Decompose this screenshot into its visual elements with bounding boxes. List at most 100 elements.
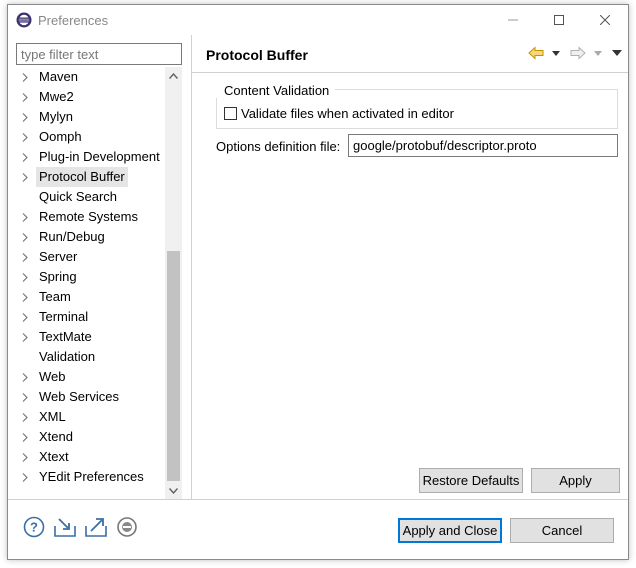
page-title: Protocol Buffer [206, 47, 308, 63]
tree-item[interactable]: Xtext [8, 447, 166, 467]
chevron-right-icon[interactable] [22, 147, 32, 167]
forward-menu-button[interactable] [594, 43, 602, 63]
tree-item-label: Maven [39, 69, 79, 84]
tree-item[interactable]: Spring [8, 267, 166, 287]
maximize-icon [554, 15, 564, 25]
tree-item[interactable]: XML [8, 407, 166, 427]
page-header: Protocol Buffer [192, 35, 628, 73]
tree-item[interactable]: Mwe2 [8, 87, 166, 107]
tree-item[interactable]: Plug-in Development [8, 147, 166, 167]
chevron-right-icon[interactable] [22, 267, 32, 287]
chevron-right-icon[interactable] [22, 407, 32, 427]
chevron-right-icon[interactable] [22, 387, 32, 407]
chevron-right-icon[interactable] [22, 127, 32, 147]
import-icon [54, 518, 76, 537]
checkbox-box[interactable] [224, 106, 237, 120]
pane-divider[interactable] [191, 35, 192, 499]
options-file-label: Options definition file: [216, 139, 341, 154]
tree-scrollbar[interactable] [165, 67, 182, 499]
scroll-up-button[interactable] [165, 67, 182, 84]
scroll-thumb[interactable] [167, 251, 180, 481]
export-icon [85, 518, 107, 537]
chevron-right-icon[interactable] [22, 447, 32, 467]
tree-item[interactable]: Quick Search [8, 187, 166, 207]
options-file-input[interactable] [348, 134, 618, 157]
tree-item[interactable]: Team [8, 287, 166, 307]
tree-item-label: YEdit Preferences [39, 469, 144, 484]
close-button[interactable] [582, 5, 628, 35]
record-icon [117, 517, 137, 537]
tree-item[interactable]: Xtend [8, 427, 166, 447]
window-title: Preferences [38, 13, 109, 28]
import-button[interactable] [53, 515, 77, 539]
chevron-right-icon[interactable] [22, 227, 32, 247]
tree-item-label: Remote Systems [39, 209, 138, 224]
tree-item-label: Run/Debug [39, 229, 105, 244]
chevron-right-icon[interactable] [22, 427, 32, 447]
scroll-down-button[interactable] [165, 482, 182, 499]
chevron-down-icon [169, 487, 178, 494]
tree-item-label: Web [39, 369, 66, 384]
chevron-right-icon[interactable] [22, 87, 32, 107]
help-button[interactable]: ? [22, 515, 46, 539]
tree-item-label: Plug-in Development [39, 149, 160, 164]
filter-input[interactable] [16, 43, 182, 65]
chevron-right-icon[interactable] [22, 307, 32, 327]
tree-item[interactable]: Oomph [8, 127, 166, 147]
tree-item[interactable]: Validation [8, 347, 166, 367]
back-button[interactable] [528, 43, 544, 63]
title-bar[interactable]: Preferences [8, 5, 628, 35]
tree-item[interactable]: Remote Systems [8, 207, 166, 227]
view-menu-icon [612, 50, 622, 56]
tree-item-label: Server [39, 249, 78, 264]
maximize-button[interactable] [536, 5, 582, 35]
restore-defaults-label: Restore Defaults [422, 473, 520, 488]
help-icon: ? [23, 516, 45, 538]
minimize-button[interactable] [490, 5, 536, 35]
export-button[interactable] [84, 515, 108, 539]
chevron-right-icon[interactable] [22, 107, 32, 127]
chevron-right-icon[interactable] [22, 67, 32, 87]
chevron-right-icon[interactable] [22, 467, 32, 487]
tree-item-label: Validation [39, 349, 96, 364]
tree-item-label: Xtend [39, 429, 73, 444]
oomph-record-button[interactable] [115, 515, 139, 539]
cancel-button[interactable]: Cancel [510, 518, 614, 543]
forward-arrow-icon [570, 46, 586, 60]
dropdown-arrow-icon [552, 50, 560, 56]
apply-button[interactable]: Apply [531, 468, 620, 493]
validate-checkbox[interactable]: Validate files when activated in editor [224, 105, 454, 121]
chevron-right-icon[interactable] [22, 327, 32, 347]
tree-item[interactable]: Web [8, 367, 166, 387]
tree-item-label: Team [39, 289, 71, 304]
view-menu-button[interactable] [612, 43, 622, 63]
tree-item[interactable]: Mylyn [8, 107, 166, 127]
tree-item-label: Terminal [39, 309, 89, 324]
chevron-right-icon[interactable] [22, 207, 32, 227]
tree-item[interactable]: Run/Debug [8, 227, 166, 247]
cancel-label: Cancel [541, 523, 583, 538]
chevron-up-icon [169, 72, 178, 79]
tree-item-label: Spring [39, 269, 77, 284]
tree-item[interactable]: Server [8, 247, 166, 267]
tree-item-label: Quick Search [39, 189, 118, 204]
chevron-right-icon[interactable] [22, 247, 32, 267]
chevron-right-icon[interactable] [22, 287, 32, 307]
tree-item-label: XML [39, 409, 66, 424]
preferences-dialog: Preferences Maven Mwe2 Mylyn Oomph Plug-in D… [7, 4, 629, 560]
tree-item[interactable]: YEdit Preferences [8, 467, 166, 487]
apply-label: Apply [559, 473, 592, 488]
back-menu-button[interactable] [552, 43, 560, 63]
apply-and-close-button[interactable]: Apply and Close [398, 518, 502, 543]
chevron-right-icon[interactable] [22, 167, 32, 187]
tree-item[interactable]: TextMate [8, 327, 166, 347]
tree-item[interactable]: Protocol Buffer [8, 167, 166, 187]
tree-item[interactable]: Web Services [8, 387, 166, 407]
chevron-right-icon[interactable] [22, 367, 32, 387]
back-arrow-icon [528, 46, 544, 60]
restore-defaults-button[interactable]: Restore Defaults [419, 468, 523, 493]
forward-button[interactable] [570, 43, 586, 63]
minimize-icon [508, 19, 518, 21]
tree-item[interactable]: Terminal [8, 307, 166, 327]
tree-item[interactable]: Maven [8, 67, 166, 87]
